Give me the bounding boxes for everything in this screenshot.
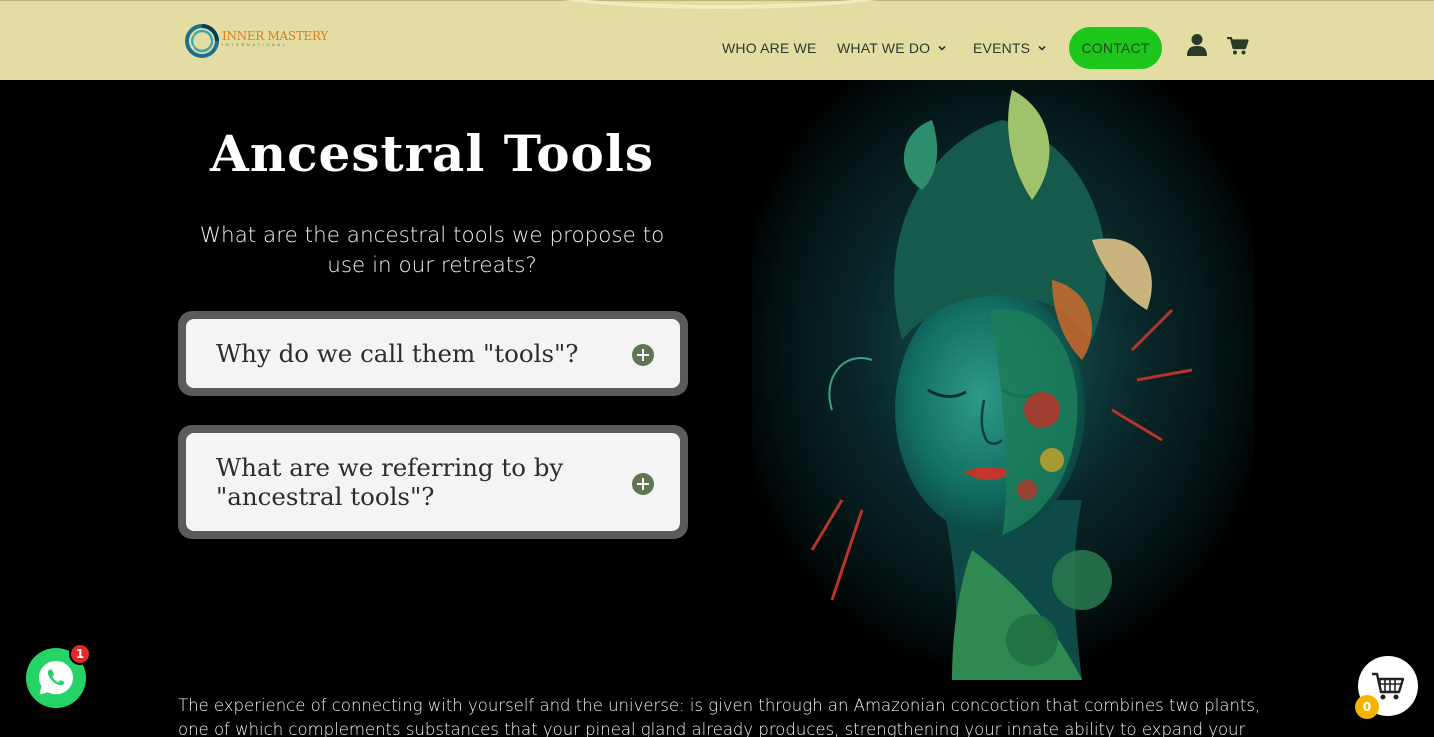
page-title: Ancestral Tools [209, 124, 655, 183]
accordion-label: Why do we call them "tools"? [216, 339, 579, 368]
nav-label: WHO ARE WE [722, 40, 817, 56]
nav-who-are-we[interactable]: WHO ARE WE [722, 40, 817, 56]
notification-badge: 1 [69, 643, 91, 665]
page-subtitle: What are the ancestral tools we propose … [199, 223, 665, 278]
cart-count-badge: 0 [1355, 695, 1379, 719]
nav-what-we-do[interactable]: WHAT WE DO [837, 40, 947, 56]
site-header: INNER MASTERY INTERNATIONAL WHO ARE WE W… [0, 0, 1434, 80]
site-logo[interactable]: INNER MASTERY INTERNATIONAL [184, 23, 328, 59]
accordion-item-tools[interactable]: Why do we call them "tools"? [178, 311, 688, 396]
accordion-header[interactable]: Why do we call them "tools"? [186, 319, 680, 388]
nav-label: WHAT WE DO [837, 40, 931, 56]
accordion-header[interactable]: What are we referring to by "ancestral t… [186, 433, 680, 531]
logo-name: INNER MASTERY [222, 28, 328, 43]
chevron-down-icon [938, 45, 946, 51]
accordion-label: What are we referring to by "ancestral t… [216, 453, 564, 511]
hero-illustration [752, 80, 1254, 680]
header-decoration [520, 0, 920, 9]
plus-circle-icon[interactable] [632, 344, 654, 366]
accordion-item-ancestral-tools[interactable]: What are we referring to by "ancestral t… [178, 425, 688, 539]
plus-circle-icon[interactable] [632, 473, 654, 495]
user-icon[interactable] [1187, 33, 1207, 57]
logo-icon [185, 24, 219, 58]
logo-subtitle: INTERNATIONAL [222, 41, 288, 47]
cart-icon[interactable] [1227, 37, 1249, 55]
nav-label: EVENTS [973, 40, 1031, 56]
intro-paragraph: The experience of connecting with yourse… [178, 696, 1261, 737]
chevron-down-icon [1038, 45, 1046, 51]
contact-button[interactable]: CONTACT [1069, 27, 1162, 69]
nav-events[interactable]: EVENTS [973, 40, 1047, 56]
